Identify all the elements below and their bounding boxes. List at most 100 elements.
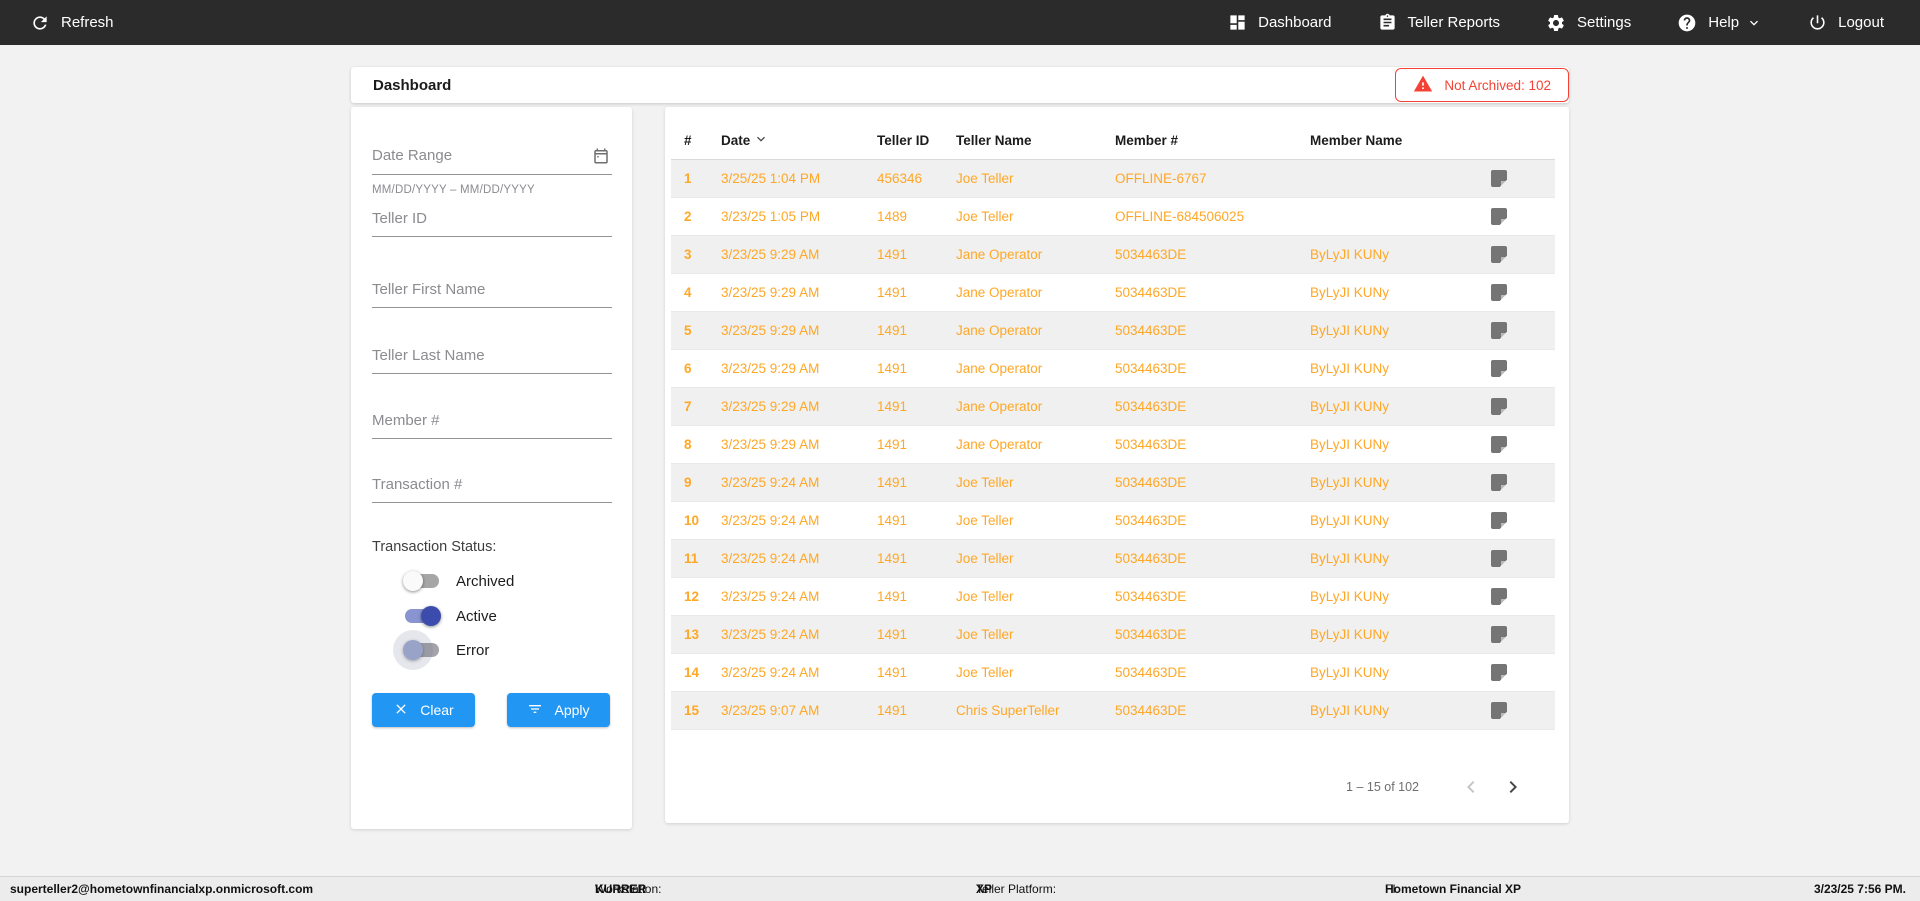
row-member-num: OFFLINE-6767 <box>1115 171 1207 186</box>
row-member-name: ByLyJI KUNy <box>1310 665 1390 680</box>
row-member-name: ByLyJI KUNy <box>1310 475 1390 490</box>
table-row[interactable]: 7 3/23/25 9:29 AM 1491 Jane Operator 503… <box>671 388 1555 426</box>
row-member-name: ByLyJI KUNy <box>1310 437 1390 452</box>
row-date: 3/23/25 9:29 AM <box>721 285 820 300</box>
row-member-name: ByLyJI KUNy <box>1310 703 1390 718</box>
row-member-num: 5034463DE <box>1115 475 1187 490</box>
apply-button-label: Apply <box>554 702 590 718</box>
note-icon[interactable] <box>1491 626 1508 644</box>
nav-logout[interactable]: Logout <box>1808 13 1884 32</box>
teller-last-name-input[interactable] <box>372 347 612 374</box>
table-row[interactable]: 10 3/23/25 9:24 AM 1491 Joe Teller 50344… <box>671 502 1555 540</box>
row-member-name: ByLyJI KUNy <box>1310 513 1390 528</box>
sort-arrow-icon <box>753 131 769 150</box>
teller-id-input[interactable] <box>372 210 612 237</box>
nav-help-label: Help <box>1708 14 1740 31</box>
row-number: 2 <box>684 209 692 224</box>
column-header-member-name: Member Name <box>1310 132 1403 148</box>
row-member-num: 5034463DE <box>1115 627 1187 642</box>
calendar-icon[interactable] <box>592 147 612 174</box>
dashboard-header-card: Dashboard Not Archived: 102 <box>351 67 1569 103</box>
refresh-button[interactable]: Refresh <box>30 13 114 33</box>
table-row[interactable]: 1 3/25/25 1:04 PM 456346 Joe Teller OFFL… <box>671 160 1555 198</box>
teller-first-name-input[interactable] <box>372 281 612 308</box>
row-number: 7 <box>684 399 692 414</box>
note-icon[interactable] <box>1491 550 1508 568</box>
row-teller-id: 1491 <box>877 323 908 338</box>
error-toggle-label: Error <box>456 641 490 659</box>
note-icon[interactable] <box>1491 170 1508 188</box>
row-number: 10 <box>684 513 700 528</box>
nav-teller-reports-label: Teller Reports <box>1407 14 1501 31</box>
table-row[interactable]: 15 3/23/25 9:07 AM 1491 Chris SuperTelle… <box>671 692 1555 730</box>
table-row[interactable]: 14 3/23/25 9:24 AM 1491 Joe Teller 50344… <box>671 654 1555 692</box>
row-date: 3/23/25 9:24 AM <box>721 627 820 642</box>
gear-icon <box>1546 13 1566 33</box>
table-row[interactable]: 3 3/23/25 9:29 AM 1491 Jane Operator 503… <box>671 236 1555 274</box>
help-icon <box>1677 13 1697 33</box>
active-toggle[interactable] <box>403 606 441 626</box>
table-row[interactable]: 4 3/23/25 9:29 AM 1491 Jane Operator 503… <box>671 274 1555 312</box>
nav-help[interactable]: Help <box>1677 13 1762 33</box>
row-teller-id: 1491 <box>877 703 908 718</box>
column-header-date[interactable]: Date <box>721 131 877 150</box>
row-number: 13 <box>684 627 700 642</box>
table-header-row: # Date Teller ID Teller Name Member # Me… <box>671 121 1555 160</box>
transactions-table-card: # Date Teller ID Teller Name Member # Me… <box>665 107 1569 823</box>
row-date: 3/23/25 1:05 PM <box>721 209 821 224</box>
row-teller-name: Joe Teller <box>956 627 1014 642</box>
member-number-input[interactable] <box>372 412 612 439</box>
note-icon[interactable] <box>1491 398 1508 416</box>
table-row[interactable]: 6 3/23/25 9:29 AM 1491 Jane Operator 503… <box>671 350 1555 388</box>
archived-toggle-row: Archived <box>403 571 514 591</box>
power-icon <box>1808 13 1827 32</box>
next-page-button[interactable] <box>1497 771 1529 803</box>
row-number: 5 <box>684 323 692 338</box>
table-row[interactable]: 9 3/23/25 9:24 AM 1491 Joe Teller 503446… <box>671 464 1555 502</box>
nav-settings-label: Settings <box>1577 14 1632 31</box>
row-teller-id: 1491 <box>877 665 908 680</box>
clear-button[interactable]: Clear <box>372 693 475 727</box>
note-icon[interactable] <box>1491 664 1508 682</box>
table-row[interactable]: 11 3/23/25 9:24 AM 1491 Joe Teller 50344… <box>671 540 1555 578</box>
note-icon[interactable] <box>1491 512 1508 530</box>
table-row[interactable]: 13 3/23/25 9:24 AM 1491 Joe Teller 50344… <box>671 616 1555 654</box>
row-number: 6 <box>684 361 692 376</box>
row-date: 3/23/25 9:07 AM <box>721 703 820 718</box>
note-icon[interactable] <box>1491 436 1508 454</box>
nav-teller-reports[interactable]: Teller Reports <box>1378 13 1501 32</box>
nav-dashboard[interactable]: Dashboard <box>1228 13 1332 32</box>
nav-settings[interactable]: Settings <box>1546 13 1631 33</box>
note-icon[interactable] <box>1491 246 1508 264</box>
row-teller-id: 1489 <box>877 209 908 224</box>
note-icon[interactable] <box>1491 702 1508 720</box>
note-icon[interactable] <box>1491 360 1508 378</box>
table-row[interactable]: 12 3/23/25 9:24 AM 1491 Joe Teller 50344… <box>671 578 1555 616</box>
warning-icon <box>1413 74 1433 97</box>
row-teller-name: Jane Operator <box>956 361 1043 376</box>
note-icon[interactable] <box>1491 322 1508 340</box>
row-date: 3/25/25 1:04 PM <box>721 171 821 186</box>
row-date: 3/23/25 9:29 AM <box>721 361 820 376</box>
row-member-name: ByLyJI KUNy <box>1310 323 1390 338</box>
previous-page-button[interactable] <box>1455 771 1487 803</box>
row-member-num: OFFLINE-684506025 <box>1115 209 1245 224</box>
row-member-name: ByLyJI KUNy <box>1310 551 1390 566</box>
note-icon[interactable] <box>1491 208 1508 226</box>
row-teller-name: Joe Teller <box>956 665 1014 680</box>
page-title: Dashboard <box>373 76 452 94</box>
table-row[interactable]: 5 3/23/25 9:29 AM 1491 Jane Operator 503… <box>671 312 1555 350</box>
table-row[interactable]: 8 3/23/25 9:29 AM 1491 Jane Operator 503… <box>671 426 1555 464</box>
apply-button[interactable]: Apply <box>507 693 610 727</box>
error-toggle[interactable] <box>403 640 441 660</box>
table-row[interactable]: 2 3/23/25 1:05 PM 1489 Joe Teller OFFLIN… <box>671 198 1555 236</box>
date-range-input[interactable] <box>372 147 592 173</box>
transaction-number-input[interactable] <box>372 476 612 503</box>
note-icon[interactable] <box>1491 474 1508 492</box>
archived-toggle[interactable] <box>403 571 441 591</box>
row-number: 12 <box>684 589 700 604</box>
not-archived-badge: Not Archived: 102 <box>1395 68 1569 102</box>
note-icon[interactable] <box>1491 588 1508 606</box>
pagination: 1 – 15 of 102 <box>1346 771 1529 803</box>
note-icon[interactable] <box>1491 284 1508 302</box>
